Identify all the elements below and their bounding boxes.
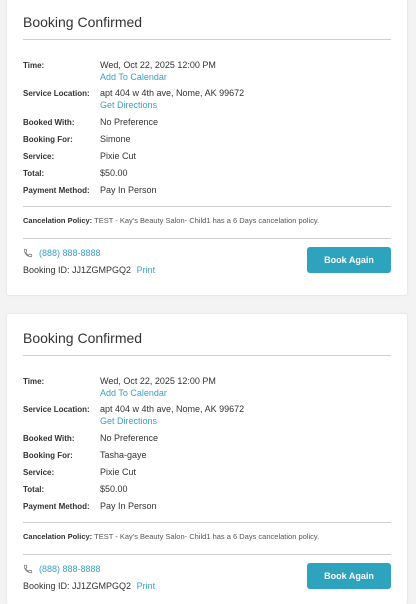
- phone-number: (888) 888-8888: [39, 564, 101, 574]
- print-link[interactable]: Print: [137, 581, 156, 591]
- booking-id-label: Booking ID:: [23, 581, 70, 591]
- policy-label: Cancelation Policy:: [23, 532, 93, 541]
- booked-with-label: Booked With:: [23, 118, 75, 127]
- book-again-button[interactable]: Book Again: [307, 247, 391, 273]
- time-value: Wed, Oct 22, 2025 12:00 PM: [100, 376, 216, 386]
- booked-with-value: No Preference: [100, 117, 159, 127]
- service-label: Service:: [23, 468, 55, 477]
- get-directions-link[interactable]: Get Directions: [100, 99, 244, 111]
- divider: [23, 39, 391, 40]
- policy-text: TEST - Kay's Beauty Salon- Child1 has a …: [94, 532, 320, 541]
- add-to-calendar-link[interactable]: Add To Calendar: [100, 71, 216, 83]
- service-value: Pixie Cut: [100, 151, 137, 161]
- policy-label: Cancelation Policy:: [23, 216, 93, 225]
- divider: [23, 522, 391, 523]
- booking-id-label: Booking ID:: [23, 265, 70, 275]
- booking-footer: (888) 888-8888 Booking ID: JJ1ZGMPGQ2 Pr…: [23, 247, 391, 287]
- booking-for-value: Simone: [100, 134, 131, 144]
- phone-number: (888) 888-8888: [39, 248, 101, 258]
- booked-with-label: Booked With:: [23, 434, 75, 443]
- booking-card: Booking Confirmed Time: Wed, Oct 22, 202…: [7, 314, 407, 604]
- booking-footer: (888) 888-8888 Booking ID: JJ1ZGMPGQ2 Pr…: [23, 563, 391, 603]
- booking-id-value: JJ1ZGMPGQ2: [72, 581, 132, 591]
- cancelation-policy: Cancelation Policy: TEST - Kay's Beauty …: [23, 531, 391, 546]
- total-value: $50.00: [100, 484, 128, 494]
- booked-with-value: No Preference: [100, 433, 159, 443]
- booking-title: Booking Confirmed: [23, 330, 143, 346]
- location-label: Service Location:: [23, 405, 90, 414]
- service-value: Pixie Cut: [100, 467, 137, 477]
- payment-method-value: Pay In Person: [100, 501, 157, 511]
- time-label: Time:: [23, 377, 45, 386]
- divider: [23, 554, 391, 555]
- location-value: apt 404 w 4th ave, Nome, AK 99672: [100, 404, 245, 414]
- divider: [23, 238, 391, 239]
- booking-details: Time: Wed, Oct 22, 2025 12:00 PM Add To …: [23, 59, 391, 201]
- total-label: Total:: [23, 485, 45, 494]
- time-value: Wed, Oct 22, 2025 12:00 PM: [100, 60, 216, 70]
- booking-for-label: Booking For:: [23, 135, 73, 144]
- booking-card: Booking Confirmed Time: Wed, Oct 22, 202…: [7, 0, 407, 295]
- booking-id-value: JJ1ZGMPGQ2: [72, 265, 132, 275]
- time-label: Time:: [23, 61, 45, 70]
- total-value: $50.00: [100, 168, 128, 178]
- payment-method-label: Payment Method:: [23, 502, 90, 511]
- phone-icon: [23, 564, 33, 574]
- booking-for-label: Booking For:: [23, 451, 73, 460]
- payment-method-value: Pay In Person: [100, 185, 157, 195]
- get-directions-link[interactable]: Get Directions: [100, 415, 244, 427]
- phone-icon: [23, 248, 33, 258]
- divider: [23, 206, 391, 207]
- total-label: Total:: [23, 169, 45, 178]
- cancelation-policy: Cancelation Policy: TEST - Kay's Beauty …: [23, 215, 391, 230]
- booking-for-value: Tasha-gaye: [100, 450, 147, 460]
- booking-title: Booking Confirmed: [23, 14, 143, 30]
- booking-details: Time: Wed, Oct 22, 2025 12:00 PM Add To …: [23, 375, 391, 517]
- print-link[interactable]: Print: [137, 265, 156, 275]
- add-to-calendar-link[interactable]: Add To Calendar: [100, 387, 216, 399]
- policy-text: TEST - Kay's Beauty Salon- Child1 has a …: [94, 216, 320, 225]
- location-label: Service Location:: [23, 89, 90, 98]
- service-label: Service:: [23, 152, 55, 161]
- location-value: apt 404 w 4th ave, Nome, AK 99672: [100, 88, 245, 98]
- payment-method-label: Payment Method:: [23, 186, 90, 195]
- divider: [23, 355, 391, 356]
- book-again-button[interactable]: Book Again: [307, 563, 391, 589]
